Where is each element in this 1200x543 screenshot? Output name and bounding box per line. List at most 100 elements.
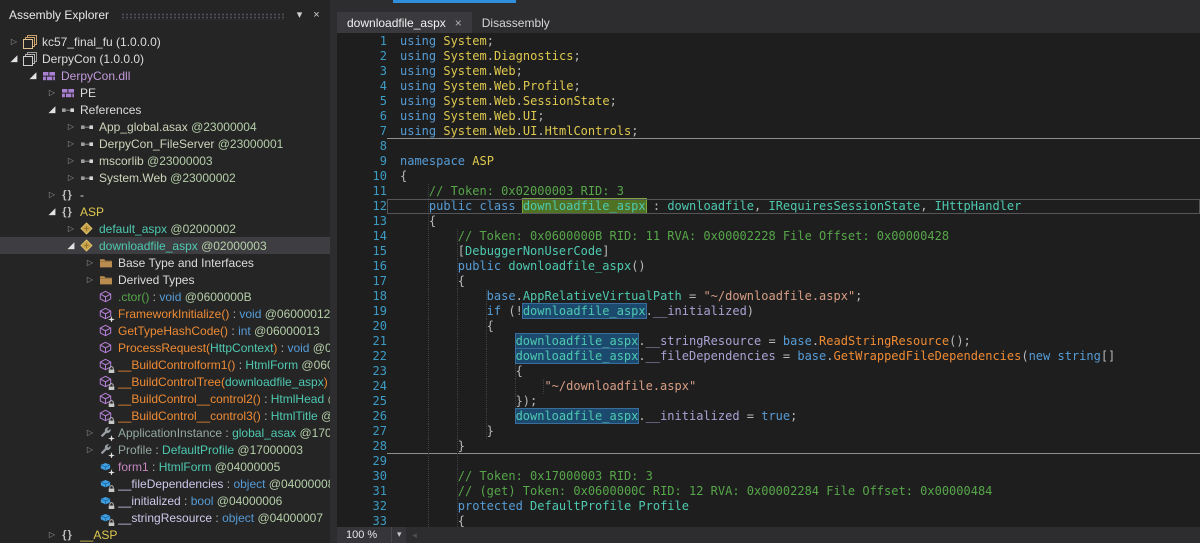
code-line[interactable]: 30// Token: 0x17000003 RID: 3: [337, 469, 1200, 484]
expander-collapsed-icon[interactable]: ▷: [63, 173, 79, 182]
code-line[interactable]: 25});: [337, 394, 1200, 409]
tree-row[interactable]: ◢DerpyCon.dll: [0, 67, 330, 84]
expander-expanded-icon[interactable]: ◢: [63, 240, 79, 251]
tree-row[interactable]: ▷{}-: [0, 186, 330, 203]
code-line[interactable]: 31// (get) Token: 0x0600000C RID: 12 RVA…: [337, 484, 1200, 499]
tree-row[interactable]: .ctor() : void @0600000B: [0, 288, 330, 305]
expander-collapsed-icon[interactable]: ▷: [82, 445, 98, 454]
tree-row[interactable]: ◢downloadfile_aspx @02000003: [0, 237, 330, 254]
indent-guide: [429, 454, 458, 469]
tree-row[interactable]: ▷Base Type and Interfaces: [0, 254, 330, 271]
panel-drag-grip[interactable]: [121, 13, 285, 20]
expander-collapsed-icon[interactable]: ▷: [63, 224, 79, 233]
code-line[interactable]: 11// Token: 0x02000003 RID: 3: [337, 184, 1200, 199]
tab-disassembly[interactable]: Disassembly: [472, 12, 560, 33]
tree-row[interactable]: ProcessRequest(HttpContext) : void @06: [0, 339, 330, 356]
code-line[interactable]: 7using System.Web.UI.HtmlControls;: [337, 124, 1200, 139]
code-line[interactable]: 23{: [337, 364, 1200, 379]
tree-row[interactable]: __initialized : bool @04000006: [0, 492, 330, 509]
code-line-content: using System.Web.Profile;: [387, 79, 1200, 94]
tree-row[interactable]: ▷DerpyCon_FileServer @23000001: [0, 135, 330, 152]
expander-collapsed-icon[interactable]: ▷: [82, 258, 98, 267]
code-line[interactable]: 12public class downloadfile_aspx : downl…: [337, 199, 1200, 214]
tree-row[interactable]: ▷Derived Types: [0, 271, 330, 288]
horizontal-scrollbar[interactable]: [417, 527, 1200, 543]
code-line[interactable]: 32protected DefaultProfile Profile: [337, 499, 1200, 514]
code-line[interactable]: 17{: [337, 274, 1200, 289]
panel-close-icon[interactable]: ×: [308, 7, 325, 24]
expander-collapsed-icon[interactable]: ▷: [82, 428, 98, 437]
code-line[interactable]: 20{: [337, 319, 1200, 334]
expander-collapsed-icon[interactable]: ▷: [82, 275, 98, 284]
tree-row[interactable]: ▷PE: [0, 84, 330, 101]
expander-collapsed-icon[interactable]: ▷: [63, 122, 79, 131]
code-line[interactable]: 19if (!downloadfile_aspx.__initialized): [337, 304, 1200, 319]
code-line[interactable]: 22downloadfile_aspx.__fileDependencies =…: [337, 349, 1200, 364]
code-line[interactable]: 10{: [337, 169, 1200, 184]
zoom-level-select[interactable]: 100 % ▾: [337, 527, 406, 543]
code-line[interactable]: 5using System.Web.SessionState;: [337, 94, 1200, 109]
tree-row[interactable]: ◢References: [0, 101, 330, 118]
panel-splitter[interactable]: [330, 0, 337, 543]
tree-row[interactable]: ▷kc57_final_fu (1.0.0.0): [0, 33, 330, 50]
expander-collapsed-icon[interactable]: ▷: [44, 88, 60, 97]
code-line[interactable]: 8: [337, 139, 1200, 154]
tree-row[interactable]: __BuildControl__control3() : HtmlTitle @: [0, 407, 330, 424]
tree-row[interactable]: __BuildControlform1() : HtmlForm @060: [0, 356, 330, 373]
code-line[interactable]: 15[DebuggerNonUserCode]: [337, 244, 1200, 259]
tree-row[interactable]: ▷ApplicationInstance : global_asax @1700: [0, 424, 330, 441]
code-editor[interactable]: 1using System;2using System.Diagnostics;…: [337, 33, 1200, 527]
code-line[interactable]: 24"~/downloadfile.aspx": [337, 379, 1200, 394]
code-line[interactable]: 13{: [337, 214, 1200, 229]
code-line[interactable]: 4using System.Web.Profile;: [337, 79, 1200, 94]
tab-downloadfile-aspx[interactable]: downloadfile_aspx×: [337, 12, 472, 33]
tree-row[interactable]: ▷Profile : DefaultProfile @17000003: [0, 441, 330, 458]
code-line[interactable]: 9namespace ASP: [337, 154, 1200, 169]
code-line[interactable]: 29: [337, 454, 1200, 469]
tree-row[interactable]: ▷{}__ASP: [0, 526, 330, 543]
tab-close-icon[interactable]: ×: [455, 17, 462, 29]
code-line[interactable]: 28}: [337, 439, 1200, 454]
code-line[interactable]: 6using System.Web.UI;: [337, 109, 1200, 124]
tree-row[interactable]: form1 : HtmlForm @04000005: [0, 458, 330, 475]
tree-row[interactable]: ▷default_aspx @02000002: [0, 220, 330, 237]
tree-row[interactable]: ◢{}ASP: [0, 203, 330, 220]
tree-row[interactable]: ▷mscorlib @23000003: [0, 152, 330, 169]
expander-collapsed-icon[interactable]: ▷: [44, 190, 60, 199]
expander-expanded-icon[interactable]: ◢: [44, 104, 60, 115]
code-line[interactable]: 27}: [337, 424, 1200, 439]
panel-menu-chevron-down-icon[interactable]: ▾: [291, 7, 308, 24]
code-line[interactable]: 14// Token: 0x0600000B RID: 11 RVA: 0x00…: [337, 229, 1200, 244]
code-line[interactable]: 26downloadfile_aspx.__initialized = true…: [337, 409, 1200, 424]
tree-row[interactable]: ◢DerpyCon (1.0.0.0): [0, 50, 330, 67]
active-tab-indicator: [393, 0, 516, 3]
zoom-chevron-down-icon[interactable]: ▾: [391, 527, 406, 543]
tree-row[interactable]: __BuildControl__control2() : HtmlHead @0: [0, 390, 330, 407]
expander-collapsed-icon[interactable]: ▷: [63, 156, 79, 165]
line-number: 4: [337, 79, 387, 94]
code-line[interactable]: 3using System.Web;: [337, 64, 1200, 79]
code-line[interactable]: 21downloadfile_aspx.__stringResource = b…: [337, 334, 1200, 349]
tree-row[interactable]: ▷System.Web @23000002: [0, 169, 330, 186]
tree-row[interactable]: __fileDependencies : object @04000008: [0, 475, 330, 492]
tree-row[interactable]: FrameworkInitialize() : void @06000012: [0, 305, 330, 322]
tree-row[interactable]: __BuildControlTree(downloadfile_aspx) :: [0, 373, 330, 390]
assembly-explorer-panel: Assembly Explorer ▾ × ▷kc57_final_fu (1.…: [0, 0, 330, 543]
expander-expanded-icon[interactable]: ◢: [44, 206, 60, 217]
expander-collapsed-icon[interactable]: ▷: [6, 37, 22, 46]
tree-row[interactable]: ▷App_global.asax @23000004: [0, 118, 330, 135]
code-line[interactable]: 18base.AppRelativeVirtualPath = "~/downl…: [337, 289, 1200, 304]
code-line[interactable]: 16public downloadfile_aspx(): [337, 259, 1200, 274]
code-line-content: });: [387, 394, 1200, 409]
expander-collapsed-icon[interactable]: ▷: [63, 139, 79, 148]
tree-row[interactable]: __stringResource : object @04000007: [0, 509, 330, 526]
expander-collapsed-icon[interactable]: ▷: [44, 530, 60, 539]
field-icon: [98, 510, 113, 525]
tree-row[interactable]: GetTypeHashCode() : int @06000013: [0, 322, 330, 339]
expander-expanded-icon[interactable]: ◢: [6, 53, 22, 64]
code-line[interactable]: 2using System.Diagnostics;: [337, 49, 1200, 64]
expander-expanded-icon[interactable]: ◢: [25, 70, 41, 81]
code-line[interactable]: 1using System;: [337, 34, 1200, 49]
code-line[interactable]: 33{: [337, 514, 1200, 527]
code-line-content: // Token: 0x17000003 RID: 3: [387, 469, 1200, 484]
